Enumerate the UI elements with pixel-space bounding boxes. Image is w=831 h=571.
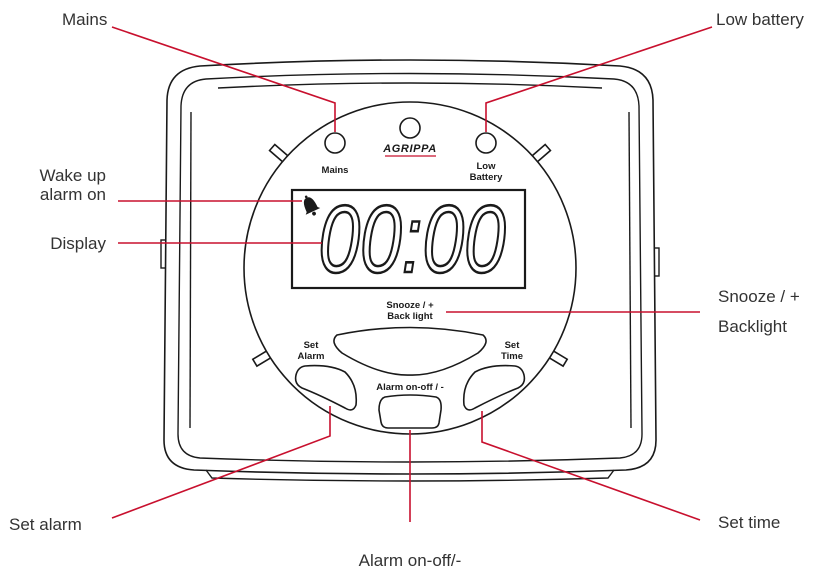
set-time-label-line1: Set <box>505 340 521 351</box>
center-light-sensor <box>399 117 421 139</box>
set-alarm-callout: Set alarm <box>9 515 82 534</box>
set-time-label-line2: Time <box>501 351 523 362</box>
low-battery-label-line2: Battery <box>470 172 503 183</box>
alarm-clock-diagram: Mains AGRIPPA Low Battery 00:00 Snooze /… <box>9 10 804 570</box>
low-battery-indicator-light <box>475 132 497 154</box>
snooze-button-label-line1: Snooze / + <box>386 300 434 311</box>
mains-indicator-label: Mains <box>322 165 349 176</box>
brand-logo: AGRIPPA <box>382 143 437 155</box>
wake-up-callout-line2: alarm on <box>40 185 106 204</box>
set-alarm-label-line2: Alarm <box>298 351 325 362</box>
snooze-callout-line2: Backlight <box>718 317 787 336</box>
alarm-on-off-button <box>378 394 442 429</box>
mains-callout: Mains <box>62 10 107 29</box>
set-time-callout: Set time <box>718 513 780 532</box>
snooze-callout-line1: Snooze / + <box>718 287 800 306</box>
low-battery-label-line1: Low <box>477 161 497 172</box>
alarm-on-off-callout: Alarm on-off/- <box>359 551 462 570</box>
display-time: 00:00 <box>318 186 505 293</box>
mains-indicator-light <box>324 132 346 154</box>
alarm-on-off-label: Alarm on-off / - <box>376 382 444 393</box>
display-callout: Display <box>50 234 106 253</box>
wake-up-callout-line1: Wake up <box>40 166 106 185</box>
set-alarm-label-line1: Set <box>304 340 320 351</box>
low-battery-callout: Low battery <box>716 10 804 29</box>
lcd-display: 00:00 <box>290 185 527 294</box>
snooze-button-label-line2: Back light <box>387 311 433 322</box>
